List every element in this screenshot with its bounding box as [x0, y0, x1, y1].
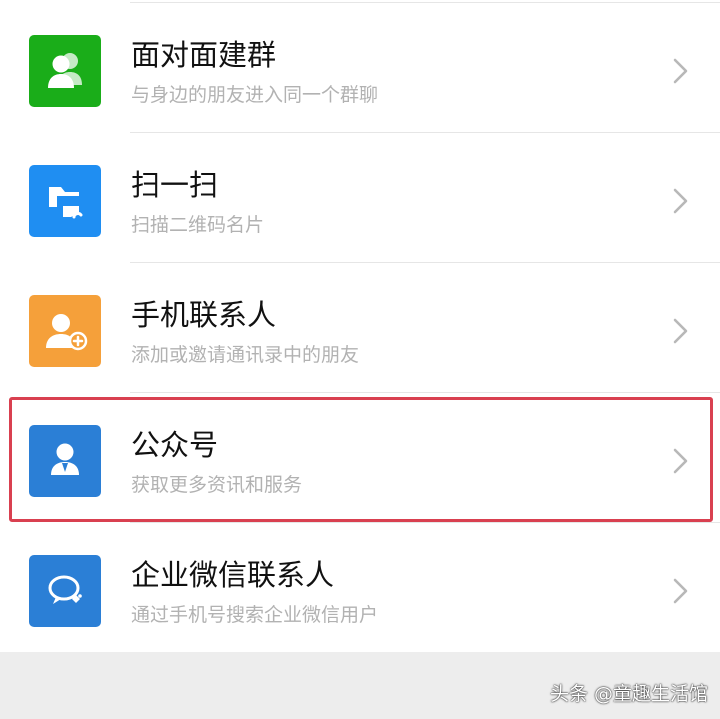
wecom-contact-icon	[29, 555, 101, 627]
item-title: 扫一扫	[131, 168, 219, 202]
chevron-right-icon	[672, 447, 690, 475]
item-title: 手机联系人	[131, 298, 277, 332]
menu-item-scan[interactable]: 扫一扫 扫描二维码名片	[0, 133, 720, 263]
chevron-right-icon	[672, 187, 690, 215]
phone-contact-add-icon	[29, 295, 101, 367]
menu-item-official-accounts[interactable]: 公众号 获取更多资讯和服务	[0, 393, 720, 523]
official-account-icon	[29, 425, 101, 497]
item-title: 面对面建群	[131, 38, 277, 72]
face-to-face-group-icon	[29, 35, 101, 107]
footer-area: 头条 @童趣生活馆	[0, 652, 720, 719]
chevron-right-icon	[672, 577, 690, 605]
item-subtitle: 获取更多资讯和服务	[131, 474, 303, 496]
item-subtitle: 添加或邀请通讯录中的朋友	[131, 344, 360, 366]
item-title: 企业微信联系人	[131, 558, 335, 592]
item-subtitle: 与身边的朋友进入同一个群聊	[131, 84, 379, 106]
menu-item-wecom-contacts[interactable]: 企业微信联系人 通过手机号搜索企业微信用户	[0, 523, 720, 653]
chevron-right-icon	[672, 317, 690, 345]
scan-icon	[29, 165, 101, 237]
watermark: 头条 @童趣生活馆	[549, 683, 708, 705]
menu-item-face-to-face-group[interactable]: 面对面建群 与身边的朋友进入同一个群聊	[0, 3, 720, 133]
menu-item-phone-contacts[interactable]: 手机联系人 添加或邀请通讯录中的朋友	[0, 263, 720, 393]
item-subtitle: 通过手机号搜索企业微信用户	[131, 604, 379, 626]
add-friends-menu-list: 面对面建群 与身边的朋友进入同一个群聊 扫一扫 扫描二维码名片 手机联系人 添加…	[0, 0, 720, 653]
item-title: 公众号	[131, 428, 219, 462]
item-subtitle: 扫描二维码名片	[131, 214, 265, 236]
chevron-right-icon	[672, 57, 690, 85]
